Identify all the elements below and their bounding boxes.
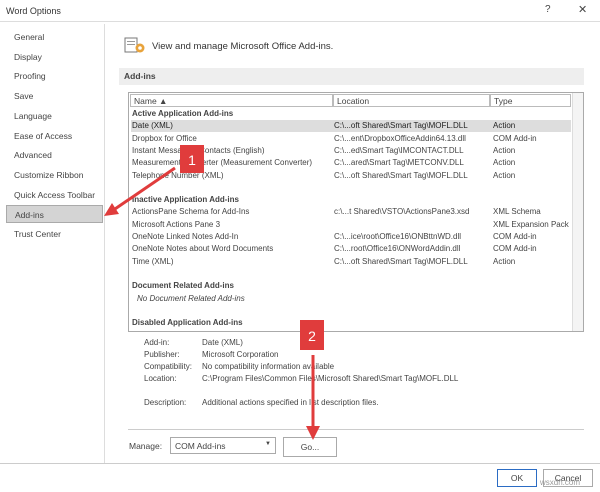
- table-row[interactable]: Instant Messaging Contacts (English) C:\.…: [131, 145, 571, 157]
- manage-label: Manage:: [129, 441, 163, 451]
- go-button[interactable]: Go...: [283, 437, 337, 457]
- detail-value: No compatibility information available: [202, 362, 335, 371]
- cell-type: COM Add-in: [493, 232, 537, 241]
- sidebar-item-trust-center[interactable]: Trust Center: [6, 225, 103, 243]
- divider: [0, 463, 600, 464]
- header-text: View and manage Microsoft Office Add-ins…: [152, 41, 334, 52]
- cell-type: COM Add-in: [493, 133, 537, 143]
- cell-type: Action: [493, 145, 516, 155]
- detail-value: Microsoft Corporation: [202, 350, 279, 359]
- title-bar: Word Options ? ✕: [0, 0, 600, 22]
- sidebar-item-quick-access-toolbar[interactable]: Quick Access Toolbar: [6, 186, 103, 204]
- table-row[interactable]: Time (XML) C:\...oft Shared\Smart Tag\MOF…: [131, 256, 571, 268]
- detail-label: Location:: [144, 374, 177, 383]
- table-row[interactable]: Microsoft Actions Pane 3 XML Expansion Pa…: [131, 219, 571, 231]
- detail-value: Additional actions specified in list des…: [202, 398, 379, 407]
- window-title: Word Options: [6, 6, 61, 16]
- list-scrollbar[interactable]: [572, 93, 583, 331]
- manage-value: COM Add-ins: [175, 441, 226, 451]
- table-row[interactable]: OneNote Notes about Word Documents C:\...…: [131, 243, 571, 255]
- cell-location: C:\...ed\Smart Tag\IMCONTACT.DLL: [334, 145, 464, 155]
- cell-type: XML Schema: [493, 207, 541, 217]
- cell-location: C:\...root\Office16\ONWordAddin.dll: [334, 244, 461, 254]
- chevron-down-icon: ▼: [265, 441, 271, 447]
- column-header-type[interactable]: Type: [490, 94, 571, 107]
- sidebar-item-language[interactable]: Language: [6, 107, 103, 125]
- table-row[interactable]: ActionsPane Schema for Add-Ins c:\...t Sh…: [131, 206, 571, 218]
- sidebar: General Display Proofing Save Language Ease o…: [4, 24, 105, 464]
- cell-location: C:\...ent\DropboxOfficeAddin64.13.dll: [334, 133, 466, 143]
- table-row[interactable]: Date (XML) C:\...oft Shared\Smart Tag\MOF…: [131, 120, 571, 133]
- table-row[interactable]: Dropbox for Office C:\...ent\DropboxOffic…: [131, 133, 571, 145]
- cell-location: C:\...oft Shared\Smart Tag\MOFL.DLL: [334, 121, 468, 131]
- cell-type: Action: [493, 170, 516, 180]
- sidebar-item-add-ins[interactable]: Add-ins: [6, 205, 103, 224]
- detail-label: Add-in:: [144, 338, 170, 347]
- cell-name: Microsoft Actions Pane 3: [132, 219, 221, 229]
- cell-name: ActionsPane Schema for Add-Ins: [132, 207, 250, 217]
- cell-type: COM Add-in: [493, 244, 537, 254]
- cell-name: OneNote Notes about Word Documents: [132, 244, 274, 254]
- help-button[interactable]: ?: [545, 4, 551, 15]
- cell-location: C:\...oft Shared\Smart Tag\MOFL.DLL: [334, 170, 468, 180]
- detail-value: Date (XML): [202, 338, 243, 347]
- sidebar-item-advanced[interactable]: Advanced: [6, 146, 103, 164]
- cell-type: Action: [493, 256, 516, 266]
- cell-type: Action: [493, 121, 516, 131]
- section-title: Add-ins: [119, 68, 584, 85]
- cell-type: Action: [493, 158, 516, 168]
- column-header-name[interactable]: Name ▲: [130, 94, 333, 107]
- detail-label: Compatibility:: [144, 362, 193, 371]
- cell-name: OneNote Linked Notes Add-In: [132, 232, 239, 241]
- sidebar-item-save[interactable]: Save: [6, 87, 103, 105]
- manage-select[interactable]: COM Add-ins ▼: [170, 437, 276, 454]
- cell-name: Date (XML): [132, 121, 173, 131]
- sidebar-item-ease-of-access[interactable]: Ease of Access: [6, 127, 103, 145]
- table-row[interactable]: OneNote Linked Notes Add-In C:\...ice\roo…: [131, 231, 571, 243]
- column-header-location[interactable]: Location: [333, 94, 490, 107]
- addins-gear-icon: [124, 37, 145, 53]
- group-header: Inactive Application Add-ins: [132, 195, 239, 205]
- empty-note: No Document Related Add-ins: [137, 293, 245, 303]
- cell-location: C:\...ared\Smart Tag\METCONV.DLL: [334, 158, 464, 168]
- detail-label: Publisher:: [144, 350, 180, 359]
- sidebar-item-proofing[interactable]: Proofing: [6, 67, 103, 85]
- addins-list[interactable]: Name ▲ Location Type Active Application …: [128, 92, 584, 332]
- cell-name: Instant Messaging Contacts (English): [132, 145, 265, 155]
- table-row[interactable]: Measurement Converter (Measurement Conve…: [131, 157, 571, 169]
- group-header: Document Related Add-ins: [132, 281, 234, 291]
- group-header: Disabled Application Add-ins: [132, 318, 243, 328]
- sidebar-item-general[interactable]: General: [6, 28, 103, 46]
- cell-name: Time (XML): [132, 256, 174, 266]
- watermark: wsxdn.com: [540, 478, 581, 487]
- detail-value: C:\Program Files\Common Files\Microsoft …: [202, 374, 459, 383]
- sidebar-item-display[interactable]: Display: [6, 48, 103, 66]
- cell-name: Telephone Number (XML): [132, 170, 224, 180]
- ok-button[interactable]: OK: [497, 469, 537, 487]
- detail-label: Description:: [144, 398, 187, 407]
- cell-location: C:\...oft Shared\Smart Tag\MOFL.DLL: [334, 256, 468, 266]
- cell-location: C:\...ice\root\Office16\ONBttnWD.dll: [334, 232, 462, 241]
- divider: [128, 429, 584, 430]
- cell-location: c:\...t Shared\VSTO\ActionsPane3.xsd: [334, 207, 470, 217]
- sidebar-item-customize-ribbon[interactable]: Customize Ribbon: [6, 166, 103, 184]
- table-row[interactable]: Telephone Number (XML) C:\...oft Shared\S…: [131, 170, 571, 182]
- annotation-arrowhead-1: [104, 203, 119, 216]
- cell-name: Measurement Converter (Measurement Conve…: [132, 158, 313, 168]
- cell-name: Dropbox for Office: [132, 133, 197, 143]
- close-button[interactable]: ✕: [578, 3, 587, 16]
- group-header: Active Application Add-ins: [132, 109, 234, 118]
- cell-type: XML Expansion Pack: [493, 219, 569, 229]
